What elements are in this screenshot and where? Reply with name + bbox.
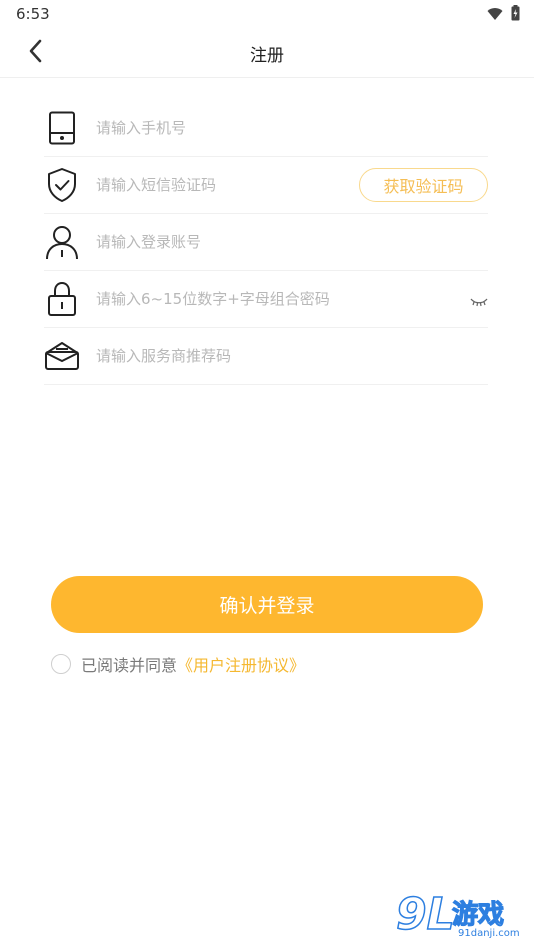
code-input[interactable] <box>96 157 348 213</box>
agreement-row: 已阅读并同意 《用户注册协议》 <box>51 652 305 676</box>
watermark-logo: 9L 游戏 91danji.com <box>395 889 526 946</box>
referrer-input[interactable] <box>96 328 488 384</box>
phone-icon <box>44 110 80 146</box>
account-input[interactable] <box>96 214 488 270</box>
password-input[interactable] <box>96 271 460 327</box>
agreement-link[interactable]: 《用户注册协议》 <box>177 652 305 676</box>
watermark-name: 游戏 <box>451 899 505 930</box>
phone-row <box>44 100 488 157</box>
status-bar: 6:53 <box>0 0 534 28</box>
shield-check-icon <box>44 167 80 203</box>
nav-bar: 注册 <box>0 28 534 78</box>
phone-input[interactable] <box>96 100 488 156</box>
password-row <box>44 271 488 328</box>
wifi-icon <box>487 6 503 25</box>
agreement-text: 已阅读并同意 <box>81 656 178 675</box>
envelope-icon <box>44 338 80 374</box>
lock-icon <box>44 281 80 317</box>
register-form: 获取验证码 <box>44 100 488 385</box>
watermark-mark: 9L <box>395 889 455 940</box>
agreement-checkbox[interactable] <box>51 654 71 674</box>
page-title: 注册 <box>250 46 284 66</box>
user-icon <box>44 224 80 260</box>
status-time: 6:53 <box>16 5 50 23</box>
confirm-login-button[interactable]: 确认并登录 <box>51 576 483 633</box>
eye-closed-icon[interactable] <box>470 293 488 307</box>
get-code-button[interactable]: 获取验证码 <box>359 168 488 202</box>
battery-icon <box>511 5 520 25</box>
referrer-row <box>44 328 488 385</box>
code-row: 获取验证码 <box>44 157 488 214</box>
watermark-url: 91danji.com <box>458 928 520 939</box>
account-row <box>44 214 488 271</box>
status-icons <box>487 5 520 25</box>
